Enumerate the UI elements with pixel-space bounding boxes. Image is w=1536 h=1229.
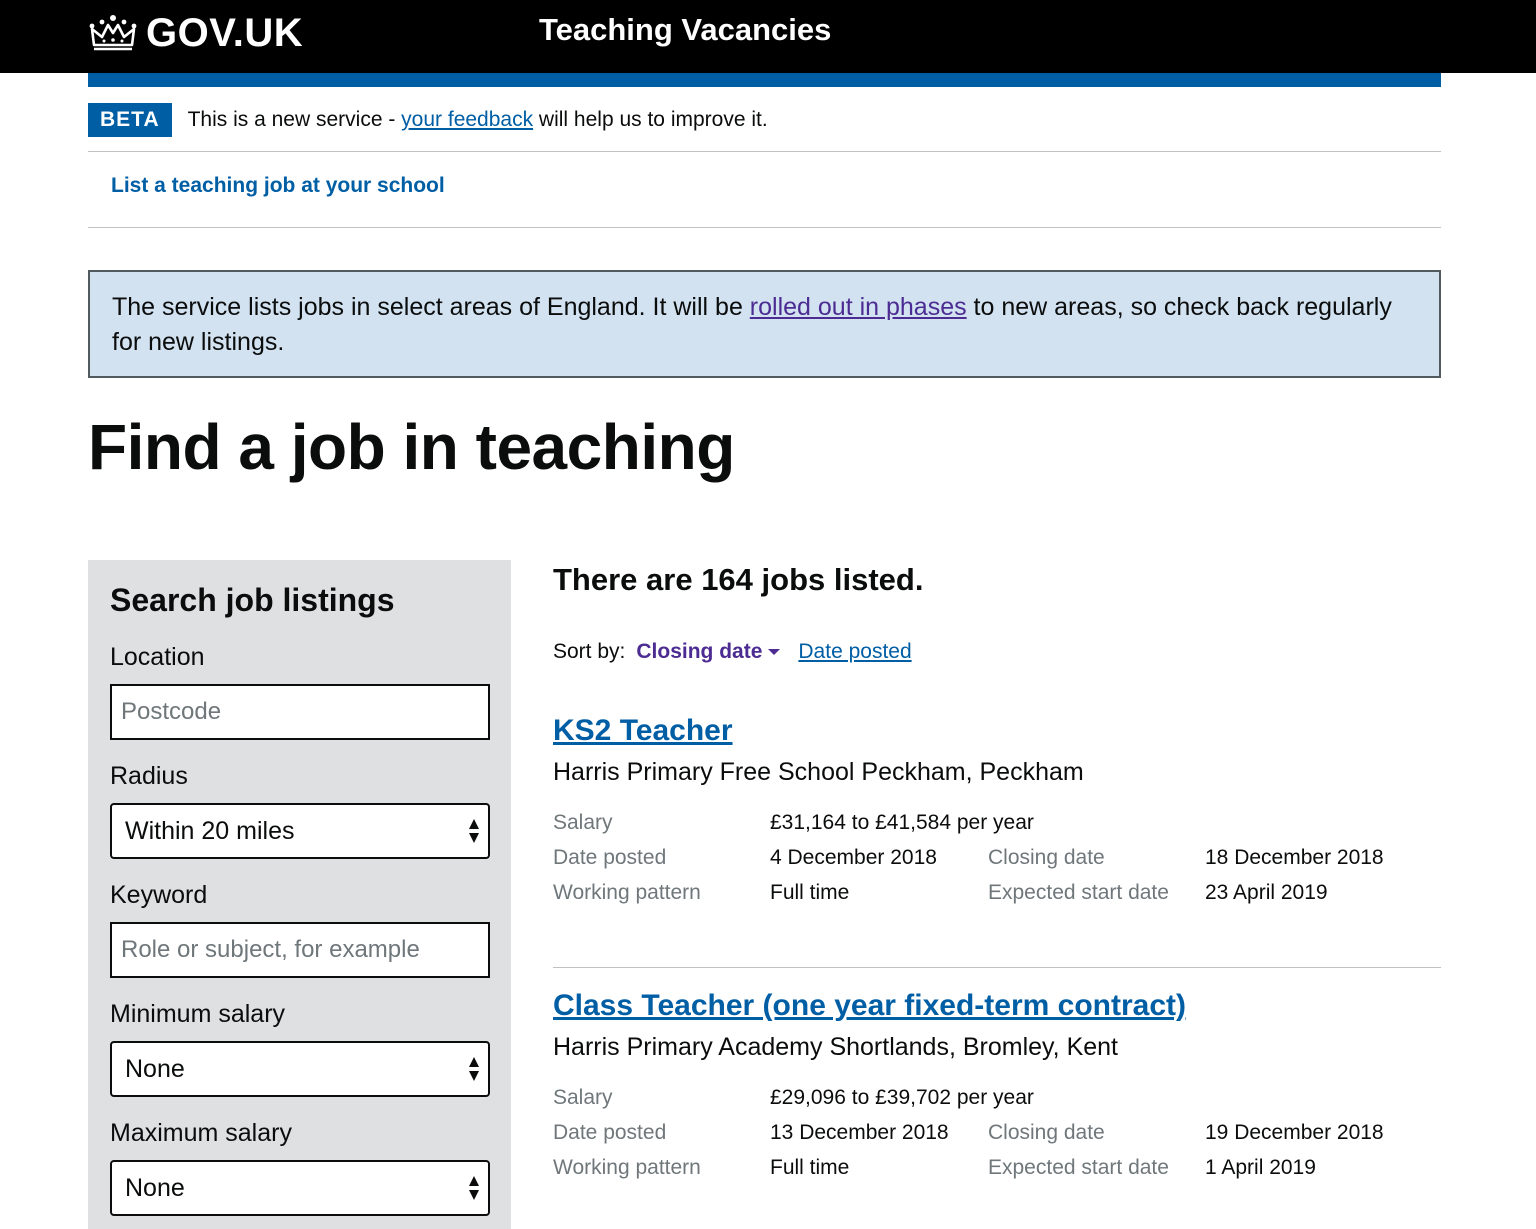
- job-school: Harris Primary Free School Peckham, Peck…: [553, 758, 1084, 786]
- govuk-logo-link[interactable]: GOV.UK: [88, 10, 303, 56]
- start-date-label: Expected start date: [988, 881, 1169, 904]
- select-arrows-icon: [469, 1176, 479, 1200]
- logo-text: GOV.UK: [146, 10, 304, 55]
- select-arrows-icon: [469, 819, 479, 843]
- salary-value: £31,164 to £41,584 per year: [770, 811, 1034, 834]
- maximum-salary-select[interactable]: None: [110, 1160, 490, 1216]
- minimum-salary-value: None: [125, 1054, 185, 1083]
- date-posted-label: Date posted: [553, 846, 667, 869]
- notice-text-before: The service lists jobs in select areas o…: [112, 293, 750, 321]
- working-pattern-label: Working pattern: [553, 1156, 701, 1179]
- site-header: GOV.UK Teaching Vacancies: [0, 0, 1536, 73]
- radius-value: Within 20 miles: [125, 816, 295, 845]
- caret-down-icon: [768, 649, 781, 655]
- feedback-link[interactable]: your feedback: [401, 108, 533, 131]
- working-pattern-value: Full time: [770, 1156, 850, 1179]
- start-date-label: Expected start date: [988, 1156, 1169, 1179]
- job-title-link[interactable]: KS2 Teacher: [553, 714, 733, 748]
- salary-label: Salary: [553, 1086, 613, 1109]
- sort-controls: Sort by: Closing date Date posted: [553, 640, 1441, 664]
- beta-tag: BETA: [88, 103, 172, 137]
- job-details: Salary £31,164 to £41,584 per year Date …: [553, 811, 1441, 921]
- radius-label: Radius: [110, 762, 188, 790]
- date-posted-value: 13 December 2018: [770, 1121, 949, 1144]
- search-panel: Search job listings Location Radius With…: [88, 560, 511, 1229]
- salary-label: Salary: [553, 811, 613, 834]
- rollout-notice: The service lists jobs in select areas o…: [88, 270, 1441, 378]
- crown-icon: [89, 15, 137, 51]
- divider: [88, 151, 1441, 152]
- location-input[interactable]: [110, 684, 490, 740]
- location-label: Location: [110, 643, 205, 671]
- service-name-link[interactable]: Teaching Vacancies: [539, 12, 831, 48]
- results-header: There are 164 jobs listed. Sort by: Clos…: [553, 560, 1441, 664]
- rolled-out-link[interactable]: rolled out in phases: [750, 293, 967, 321]
- working-pattern-label: Working pattern: [553, 881, 701, 904]
- maximum-salary-label: Maximum salary: [110, 1119, 292, 1147]
- select-arrows-icon: [469, 1057, 479, 1081]
- sort-closing-date[interactable]: Closing date: [636, 640, 762, 664]
- start-date-value: 1 April 2019: [1205, 1156, 1316, 1179]
- minimum-salary-select[interactable]: None: [110, 1041, 490, 1097]
- beta-message: This is a new service - your feedback wi…: [188, 108, 768, 132]
- closing-date-label: Closing date: [988, 846, 1105, 869]
- list-job-link[interactable]: List a teaching job at your school: [111, 174, 445, 198]
- keyword-input[interactable]: [110, 922, 490, 978]
- closing-date-label: Closing date: [988, 1121, 1105, 1144]
- start-date-value: 23 April 2019: [1205, 881, 1328, 904]
- salary-value: £29,096 to £39,702 per year: [770, 1086, 1034, 1109]
- date-posted-label: Date posted: [553, 1121, 667, 1144]
- working-pattern-value: Full time: [770, 881, 850, 904]
- sort-label: Sort by:: [553, 640, 626, 663]
- divider: [553, 967, 1441, 968]
- beta-text-before: This is a new service -: [187, 108, 402, 131]
- job-title-link[interactable]: Class Teacher (one year fixed-term contr…: [553, 989, 1186, 1023]
- beta-banner: BETA This is a new service - your feedba…: [88, 102, 1441, 138]
- sort-date-posted-link[interactable]: Date posted: [798, 640, 911, 664]
- minimum-salary-label: Minimum salary: [110, 1000, 286, 1028]
- maximum-salary-value: None: [125, 1173, 185, 1202]
- closing-date-value: 19 December 2018: [1205, 1121, 1384, 1144]
- radius-select[interactable]: Within 20 miles: [110, 803, 490, 859]
- date-posted-value: 4 December 2018: [770, 846, 937, 869]
- job-details: Salary £29,096 to £39,702 per year Date …: [553, 1086, 1441, 1196]
- closing-date-value: 18 December 2018: [1205, 846, 1384, 869]
- search-heading: Search job listings: [110, 582, 395, 618]
- job-listing: Class Teacher (one year fixed-term contr…: [553, 989, 1441, 1196]
- divider: [88, 227, 1441, 228]
- header-blue-bar: [88, 73, 1441, 87]
- job-listing: KS2 Teacher Harris Primary Free School P…: [553, 714, 1441, 921]
- job-school: Harris Primary Academy Shortlands, Broml…: [553, 1033, 1119, 1061]
- keyword-label: Keyword: [110, 881, 208, 909]
- beta-text-after: will help us to improve it.: [533, 108, 768, 131]
- page-title: Find a job in teaching: [88, 411, 735, 483]
- results-count: There are 164 jobs listed.: [553, 562, 924, 597]
